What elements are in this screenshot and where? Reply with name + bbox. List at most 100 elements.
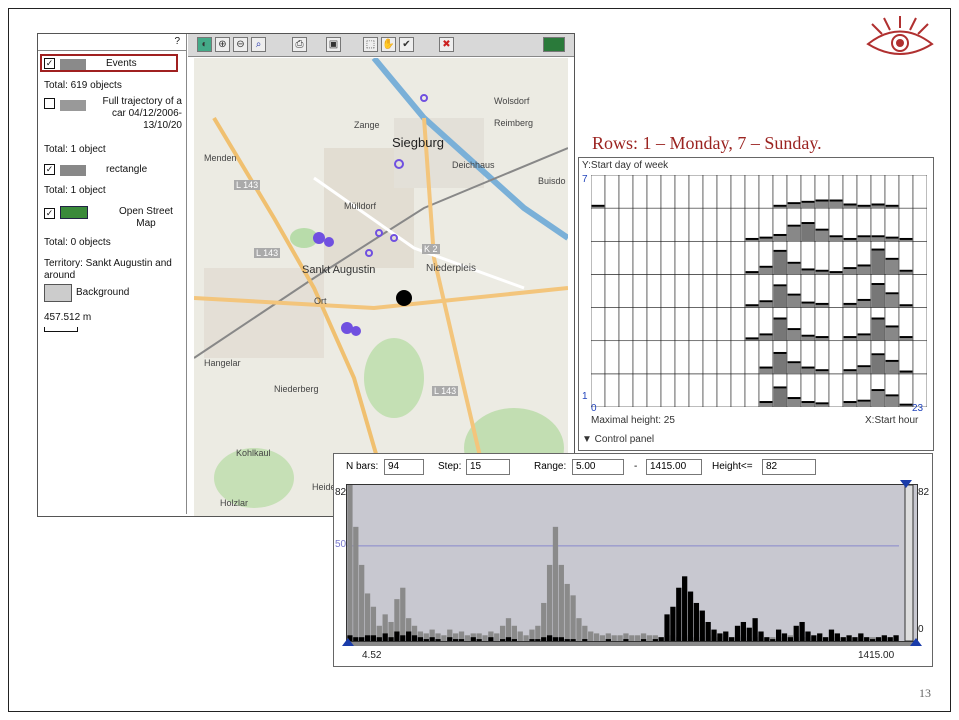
heatmap-cell: [674, 240, 690, 275]
hist-bar-black: [376, 637, 382, 641]
hist-bar-grey: [635, 635, 641, 641]
heatmap-bar: [857, 266, 871, 275]
height-input[interactable]: 82: [762, 459, 816, 475]
help-icon[interactable]: ?: [174, 36, 180, 47]
heatmap-bar: [885, 294, 899, 308]
heatmap-cell: [828, 274, 844, 308]
hist-bar-grey: [617, 635, 623, 641]
heatmap-bar: [843, 371, 857, 374]
legend-search-bar[interactable]: ?: [38, 34, 186, 51]
range-max-input[interactable]: 1415.00: [646, 459, 702, 475]
clear-selection-icon[interactable]: ✖: [439, 37, 454, 52]
hist-bar-black: [664, 614, 670, 641]
heatmap-bar-top: [787, 361, 801, 364]
print-icon[interactable]: ⎙: [292, 37, 307, 52]
hist-bar-black: [682, 576, 688, 641]
hist-bar-black: [758, 631, 764, 641]
heatmap-cell: [674, 207, 690, 242]
hist-bar-black: [423, 639, 429, 641]
heatmap-bar: [815, 338, 829, 341]
heatmap-cell: [842, 175, 858, 209]
map-canvas[interactable]: Wolsdorf Zange Siegburg Menden Deichhaus…: [194, 58, 568, 516]
heatmap-cell: [646, 340, 662, 375]
hist-bar-grey: [535, 625, 541, 641]
hist-bar-grey: [499, 625, 506, 641]
layer-events-total: Total: 619 objects: [44, 80, 122, 91]
hist-bar-black: [828, 629, 835, 641]
layer-rectangle-checkbox[interactable]: ✓: [44, 164, 55, 176]
map-label-deichhaus: Deichhaus: [452, 160, 495, 170]
control-panel-toggle[interactable]: ▼ Control panel: [582, 434, 654, 445]
zoom-in-icon[interactable]: ⊕: [215, 37, 230, 52]
hist-bar-grey: [582, 625, 588, 641]
heatmap-cell: [828, 340, 844, 375]
heatmap-cell: [646, 207, 662, 242]
heatmap-cell: [688, 207, 704, 242]
heatmap-bar: [899, 239, 913, 242]
heatmap-bar: [745, 273, 759, 275]
heatmap-bar: [759, 335, 773, 341]
nbars-input[interactable]: 94: [384, 459, 424, 475]
heatmap-bar-top: [871, 283, 885, 286]
globe-icon[interactable]: ◐: [197, 37, 212, 52]
heatmap-cell: [688, 340, 704, 375]
heatmap-bar-top: [857, 264, 871, 267]
hist-bar-black: [822, 637, 829, 641]
hist-bar-black: [840, 637, 846, 641]
check-icon[interactable]: ✔: [399, 37, 414, 52]
heatmap-bar: [899, 405, 913, 407]
range-slider-right-handle[interactable]: [910, 638, 922, 646]
range-slider-track[interactable]: [346, 642, 918, 646]
hist-bar-black: [499, 639, 506, 641]
heatmap-bar: [773, 388, 787, 407]
layer-trajectory-checkbox[interactable]: [44, 98, 55, 110]
heatmap-cell: [898, 340, 914, 375]
heatmap-bar-top: [815, 302, 829, 305]
save-icon[interactable]: ▣: [326, 37, 341, 52]
step-label: Step:: [438, 461, 462, 472]
height-slider-handle[interactable]: [900, 480, 912, 488]
heatmap-bar: [787, 399, 801, 407]
hist-bar-black: [869, 639, 876, 641]
heatmap-cell: [688, 175, 704, 209]
heatmap-bar-top: [857, 333, 871, 336]
step-input[interactable]: 15: [466, 459, 510, 475]
heatmap-bar: [843, 205, 857, 209]
heatmap-bar: [899, 306, 913, 308]
select-rect-icon[interactable]: ⬚: [363, 37, 378, 52]
layer-events-checkbox[interactable]: ✓: [44, 58, 55, 70]
heatmap-bar-top: [899, 304, 913, 307]
map-label-menden: Menden: [204, 153, 237, 163]
map-layer-icon[interactable]: [543, 37, 565, 52]
heatmap-bar-top: [829, 235, 843, 238]
heatmap-bar-top: [857, 365, 871, 368]
map-label-reimberg: Reimberg: [494, 118, 534, 128]
hist-bar-grey: [441, 635, 447, 641]
heatmap-bar: [787, 226, 801, 242]
hist-bar-black: [511, 639, 517, 641]
heatmap-cell: [730, 207, 746, 242]
histogram-plot[interactable]: [346, 484, 918, 642]
zoom-fit-icon[interactable]: ⌕: [251, 37, 266, 52]
height-label: Height<=: [712, 461, 753, 472]
hist-bar-grey: [629, 635, 635, 641]
pan-hand-icon[interactable]: ✋: [381, 37, 396, 52]
heatmap-cell: [591, 240, 606, 275]
heatmap-bar: [801, 336, 815, 341]
layer-osm-checkbox[interactable]: ✓: [44, 208, 55, 220]
heatmap-cell: [884, 175, 900, 209]
range-min-input[interactable]: 5.00: [572, 459, 624, 475]
hist-bar-black: [752, 618, 758, 641]
heatmap-bar: [759, 267, 773, 275]
heatmap-bar-top: [773, 284, 787, 287]
hist-x-max-label: 1415.00: [858, 650, 895, 661]
heatmap-cell: [828, 307, 844, 342]
heatmap-cell: [604, 175, 620, 209]
heatmap-cell: [912, 274, 927, 308]
zoom-out-icon[interactable]: ⊖: [233, 37, 248, 52]
heatmap-grid: [591, 175, 927, 407]
range-slider-left-handle[interactable]: [342, 638, 354, 646]
hist-bar-black: [582, 639, 588, 641]
heatmap-bar-top: [885, 325, 899, 328]
layer-trajectory-label: Full trajectory of a car 04/12/2006-13/1…: [102, 96, 182, 131]
